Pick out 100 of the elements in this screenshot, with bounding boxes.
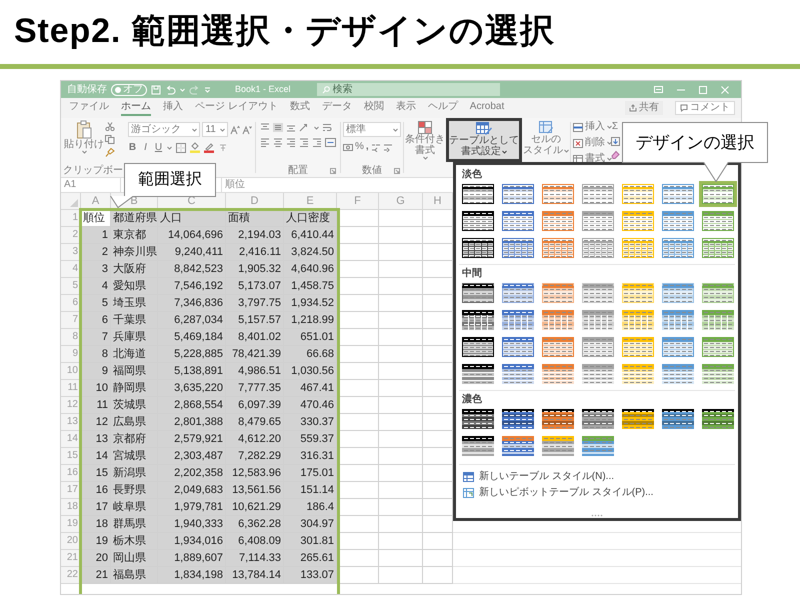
table-cell[interactable]: 1,934,016 [158,533,226,550]
table-cell[interactable]: 大阪府 [111,261,158,278]
table-cell[interactable]: 66.68 [284,346,337,363]
table-cell[interactable]: 群馬県 [111,516,158,533]
table-cell[interactable]: 神奈川県 [111,244,158,261]
table-cell[interactable]: 1,905.32 [226,261,284,278]
table-cell[interactable]: 人口 [158,210,226,227]
search-field[interactable]: 検索 [316,83,500,96]
table-cell[interactable]: 14,064,696 [158,227,226,244]
table-cell[interactable]: 5,157.57 [226,312,284,329]
decrease-indent-icon[interactable] [299,138,309,147]
conditional-formatting-button[interactable]: 条件付き 書式 [404,118,446,168]
table-cell[interactable]: 3 [81,261,111,278]
percent-style-button[interactable]: % [355,142,364,152]
table-cell[interactable]: 都道府県 [111,210,158,227]
table-cell[interactable]: 京都府 [111,431,158,448]
format-painter-icon[interactable] [105,148,115,157]
table-cell[interactable]: 316.31 [284,448,337,465]
table-cell[interactable]: 16 [81,482,111,499]
save-icon[interactable] [151,84,161,94]
table-style-option[interactable] [579,406,617,432]
table-cell[interactable]: 長野県 [111,482,158,499]
table-cell[interactable]: 7,777.35 [226,380,284,397]
wrap-text-icon[interactable] [322,123,332,132]
comment-button[interactable]: コメント [675,101,735,115]
table-cell[interactable]: 5,138,891 [158,363,226,380]
table-cell[interactable]: 12,583.96 [226,465,284,482]
table-cell[interactable]: 470.46 [284,397,337,414]
caret-icon[interactable] [82,150,86,154]
table-cell[interactable]: 福岡県 [111,363,158,380]
ribbon-tab[interactable]: 校閲 [364,100,384,116]
table-cell[interactable]: 10 [81,380,111,397]
table-style-option[interactable] [459,406,497,432]
ribbon-tab[interactable]: データ [322,100,352,116]
table-cell[interactable]: 8,842,523 [158,261,226,278]
table-cell[interactable]: 78,421.39 [226,346,284,363]
table-cell[interactable]: 8,479.65 [226,414,284,431]
table-cell[interactable]: 2,868,554 [158,397,226,414]
table-cell[interactable]: 2 [81,244,111,261]
table-cell[interactable]: 13,561.56 [226,482,284,499]
table-cell[interactable]: 4 [81,278,111,295]
table-cell[interactable]: 4,986.51 [226,363,284,380]
table-cell[interactable]: 2,194.03 [226,227,284,244]
caret-icon[interactable] [192,128,198,132]
table-cell[interactable]: 栃木県 [111,533,158,550]
table-style-option[interactable] [459,433,497,459]
table-cell[interactable]: 18 [81,516,111,533]
share-icon[interactable] [629,104,637,112]
caret-icon[interactable] [422,156,428,160]
table-cell[interactable]: 4,640.96 [284,261,337,278]
eraser-icon[interactable] [610,150,620,159]
table-cell[interactable]: 宮城県 [111,448,158,465]
table-cell[interactable]: 順位 [81,210,111,227]
table-cell[interactable]: 東京都 [111,227,158,244]
table-style-option[interactable] [539,406,577,432]
increase-decimal-icon[interactable] [370,142,381,152]
table-cell[interactable]: 岐阜県 [111,499,158,516]
bold-button[interactable]: B [128,142,137,152]
align-bottom-icon[interactable] [286,123,296,132]
delete-cells-icon[interactable] [573,138,583,148]
new-table-style-icon[interactable] [463,472,474,482]
caret-icon[interactable] [314,126,319,130]
ribbon-tab[interactable]: ページ レイアウト [195,100,278,116]
comma-style-button[interactable]: , [366,142,369,152]
table-cell[interactable]: 1,218.99 [284,312,337,329]
font-name-field[interactable]: 游ゴシック [128,122,200,137]
table-cell[interactable]: 2,303,487 [158,448,226,465]
decrease-decimal-icon[interactable] [382,142,393,152]
ribbon-tab[interactable]: 表示 [396,100,416,116]
font-size-field[interactable]: 11 [202,122,228,137]
table-cell[interactable]: 6,408.09 [226,533,284,550]
autosum-button[interactable]: Σ [612,121,618,133]
table-cell[interactable]: 8,401.02 [226,329,284,346]
ribbon-tab[interactable]: ファイル [69,100,109,116]
borders-icon[interactable] [176,142,186,152]
table-cell[interactable]: 埼玉県 [111,295,158,312]
caret-icon[interactable] [393,128,398,132]
table-cell[interactable]: 7,114.33 [226,550,284,567]
table-cell[interactable]: 6,410.44 [284,227,337,244]
merge-center-icon[interactable] [325,138,336,147]
fill-color-icon[interactable] [190,142,200,153]
table-cell[interactable]: 3,824.50 [284,244,337,261]
table-style-option[interactable] [619,406,657,432]
table-cell[interactable]: 1,834,198 [158,567,226,584]
table-cell[interactable]: 5 [81,295,111,312]
table-cell[interactable]: 265.61 [284,550,337,567]
insert-cells-icon[interactable] [573,122,583,132]
table-cell[interactable]: 9 [81,363,111,380]
format-cells-icon[interactable] [573,154,583,164]
table-cell[interactable]: 福島県 [111,567,158,584]
table-style-option[interactable] [659,406,697,432]
table-cell[interactable]: 9,240,411 [158,244,226,261]
share-button[interactable]: 共有 [625,101,663,115]
table-style-option[interactable] [459,307,497,333]
align-top-icon[interactable] [260,123,270,132]
table-cell[interactable]: 1,940,333 [158,516,226,533]
table-cell[interactable]: 新潟県 [111,465,158,482]
menu-item[interactable]: 新しいテーブル スタイル(N)... [459,469,735,485]
table-cell[interactable]: 8 [81,346,111,363]
table-cell[interactable]: 17 [81,499,111,516]
